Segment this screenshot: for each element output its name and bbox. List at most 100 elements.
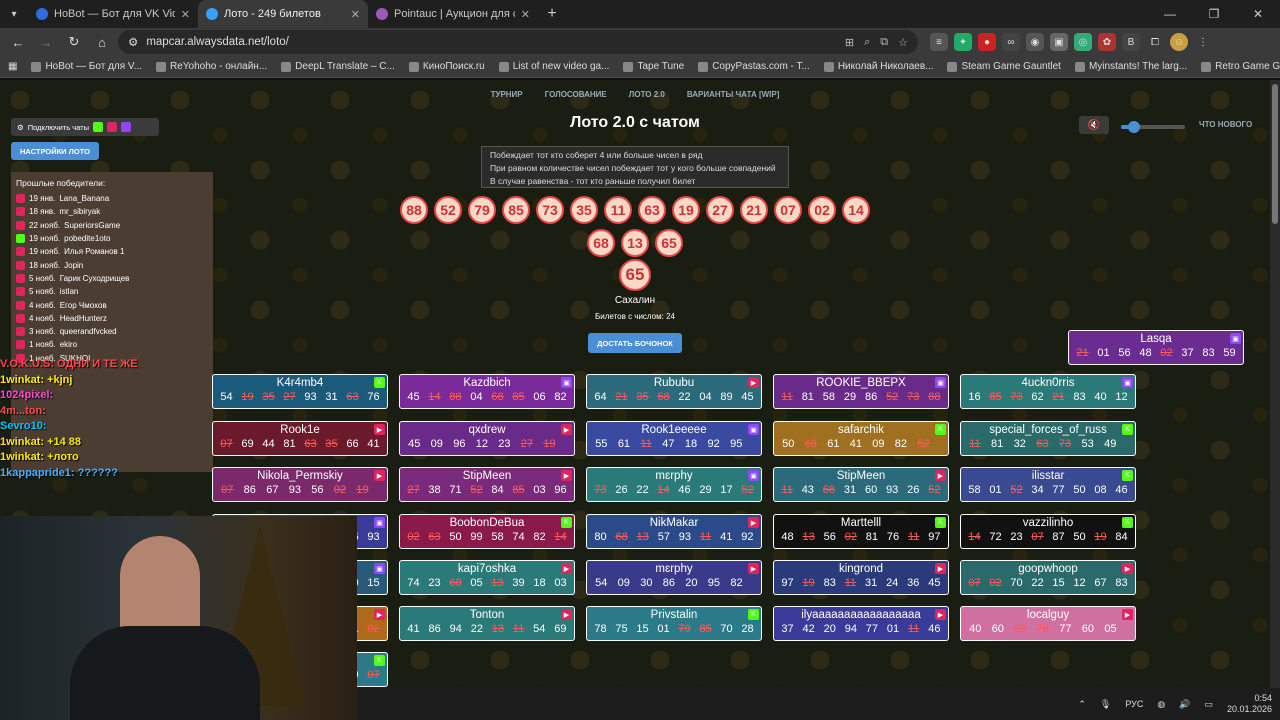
bookmark-item[interactable]: CopyPastas.com - T... [698, 61, 810, 72]
twitch-icon [120, 122, 131, 132]
ticket-card: ilyaaaaaaaaaaaaaaaaa ▶ 37 42 20 94 77 01 11 46 [773, 606, 949, 641]
extension-icon[interactable]: B [1122, 33, 1140, 51]
loto-settings-button[interactable]: НАСТРОЙКИ ЛОТО [11, 142, 99, 160]
ticket-player-name: kapi7oshka [457, 563, 517, 575]
ticket-number: 02 [1160, 347, 1173, 359]
extension-icon[interactable]: ● [978, 33, 996, 51]
battery-icon[interactable]: ▭ [1204, 699, 1213, 710]
volume-knob[interactable] [1127, 121, 1140, 133]
scrollbar-thumb[interactable] [1272, 84, 1278, 224]
browser-tab[interactable]: Pointauc | Аукцион для стримеров ✕ [368, 0, 538, 28]
bookmark-item[interactable]: HoBot — Бот для V... [31, 61, 142, 72]
ticket-number: 39 [512, 577, 525, 589]
new-tab-button[interactable]: + [538, 0, 566, 28]
maximize-button[interactable]: ❐ [1192, 0, 1236, 28]
ticket-number: 24 [886, 577, 899, 589]
bookmark-star-icon[interactable]: ☆ [898, 36, 908, 49]
extension-icon[interactable]: ✿ [1098, 33, 1116, 51]
bookmark-item[interactable]: Tape Tune [623, 61, 684, 72]
network-icon[interactable]: ◍ [1157, 699, 1165, 710]
winner-row: 3 нояб. queerandfvcked [16, 325, 208, 338]
draw-barrel-button[interactable]: ДОСТАТЬ БОЧОНОК [588, 333, 682, 353]
mute-icon[interactable]: 🔇 [1079, 116, 1109, 134]
install-icon[interactable]: ⧉ [880, 36, 888, 49]
apps-icon[interactable]: ▦ [8, 61, 17, 72]
tab-title: Лото - 249 билетов [224, 8, 321, 20]
ticket-number: 55 [595, 438, 608, 450]
extension-icon[interactable]: ◎ [1074, 33, 1092, 51]
ticket-number: 11 [844, 577, 857, 589]
ticket-number: 49 [1104, 438, 1117, 450]
whats-new-link[interactable]: ЧТО НОВОГО [1199, 120, 1252, 129]
ticket-number: 86 [662, 577, 675, 589]
reload-button[interactable]: ↻ [62, 30, 86, 54]
extensions-puzzle-icon[interactable]: ⧠ [1146, 33, 1164, 51]
mic-icon[interactable]: 🎙 [1100, 699, 1111, 710]
tab-search-button[interactable]: ▾ [0, 0, 28, 28]
ticket-player-name: ROOKIE_BBEPX [816, 377, 906, 389]
extension-icon[interactable]: ◉ [1026, 33, 1044, 51]
ticket-number: 21 [615, 391, 628, 403]
extension-icon[interactable]: ∞ [1002, 33, 1020, 51]
url-input[interactable]: ⚙ mapcar.alwaysdata.net/loto/ ⊞ ⌕ ⧉ ☆ [118, 30, 918, 54]
ticket-number: 48 [781, 531, 794, 543]
bookmark-item[interactable]: List of new video ga... [498, 61, 609, 72]
connect-chats-button[interactable]: ⚙ Подключить чаты [11, 118, 159, 136]
minimize-button[interactable]: — [1148, 0, 1192, 28]
zoom-icon[interactable]: ⌕ [864, 36, 870, 49]
ticket-number: 84 [491, 484, 504, 496]
page-scrollbar[interactable] [1270, 80, 1280, 688]
tab-close-icon[interactable]: ✕ [351, 8, 360, 21]
close-window-button[interactable]: ✕ [1236, 0, 1280, 28]
back-button[interactable]: ← [6, 30, 30, 54]
extension-icon[interactable]: ▣ [1050, 33, 1068, 51]
ticket-player-name: kingrond [838, 563, 884, 575]
ticket-number: 08 [1094, 484, 1107, 496]
browser-tab[interactable]: Лото - 249 билетов ✕ [198, 0, 368, 28]
nav-loto[interactable]: ЛОТО 2.0 [629, 90, 665, 99]
platform-kick-icon: K [748, 609, 759, 620]
bookmark-item[interactable]: Николай Николаев... [823, 61, 933, 72]
site-info-icon[interactable]: ⚙ [128, 35, 138, 49]
bookmark-item[interactable]: Myinstants! The larg... [1074, 61, 1187, 72]
language-indicator[interactable]: РУС [1125, 699, 1143, 709]
volume-slider[interactable] [1121, 121, 1185, 133]
platform-tw-icon: ▣ [748, 470, 759, 481]
chat-message: 1024pixel: [0, 389, 54, 401]
drawn-number-ball: 07 [774, 196, 802, 224]
browser-tab[interactable]: HoBot — Бот для VK Video Live ✕ [28, 0, 198, 28]
nav-chat-variants[interactable]: ВАРИАНТЫ ЧАТА [WIP] [687, 90, 780, 99]
platform-tw-icon: ▣ [1122, 377, 1133, 388]
home-button[interactable]: ⌂ [90, 30, 114, 54]
clock[interactable]: 0:54 20.01.2026 [1227, 693, 1272, 715]
ticket-number: 18 [533, 577, 546, 589]
translate-icon[interactable]: ⊞ [845, 36, 854, 49]
volume-icon[interactable]: 🔊 [1179, 699, 1190, 710]
platform-yt-icon: ▶ [935, 609, 946, 620]
ticket-number: 40 [1094, 391, 1107, 403]
tab-close-icon[interactable]: ✕ [181, 8, 190, 21]
ticket-player-name: NikMakar [649, 517, 699, 529]
ticket-number: 16 [968, 391, 981, 403]
bookmark-item[interactable]: Retro Game Gauntlet [1201, 61, 1280, 72]
extension-icon[interactable]: ≡ [930, 33, 948, 51]
nav-tournament[interactable]: ТУРНИР [491, 90, 523, 99]
bookmark-item[interactable]: DeepL Translate – C... [281, 61, 395, 72]
forward-button[interactable]: → [34, 30, 58, 54]
browser-menu-icon[interactable]: ⋮ [1194, 33, 1212, 51]
extension-icon[interactable]: ✦ [954, 33, 972, 51]
ticket-number: 26 [907, 484, 920, 496]
bookmark-item[interactable]: Steam Game Gauntlet [947, 61, 1061, 72]
tab-close-icon[interactable]: ✕ [521, 8, 530, 21]
tray-chevron-icon[interactable]: ⌃ [1078, 699, 1086, 710]
ticket-number: 81 [283, 438, 296, 450]
bookmark-item[interactable]: КиноПоиск.ru [408, 61, 485, 72]
current-number-city: Сахалин [614, 295, 656, 306]
nav-voting[interactable]: ГОЛОСОВАНИЕ [545, 90, 607, 99]
bookmark-item[interactable]: ReYohoho - онлайн... [156, 61, 267, 72]
platform-yt-icon: ▶ [374, 609, 385, 620]
ticket-number: 35 [636, 391, 649, 403]
drawn-number-ball: 27 [706, 196, 734, 224]
ticket-card: BoobonDeBua K 02 63 50 99 58 74 82 14 [399, 514, 575, 549]
profile-avatar[interactable]: ☺ [1170, 33, 1188, 51]
